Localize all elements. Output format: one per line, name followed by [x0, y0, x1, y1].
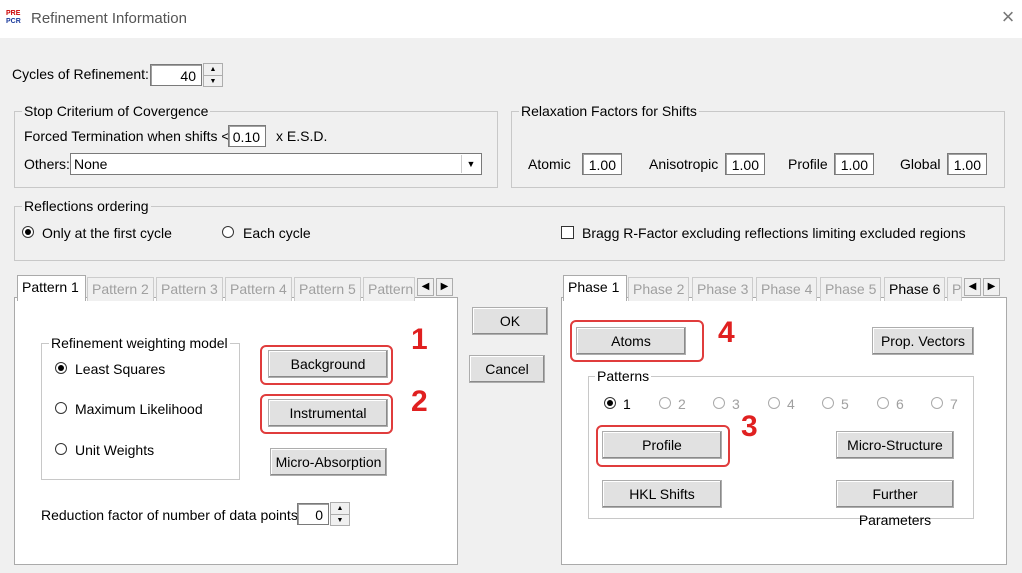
reflections-title: Reflections ordering [22, 198, 151, 214]
others-label: Others: [24, 156, 70, 172]
pattern-option-5-label: 5 [841, 396, 849, 412]
relaxation-group [511, 111, 1005, 188]
radio-pattern-2[interactable] [659, 397, 671, 409]
tab-pattern-4[interactable]: Pattern 4 [225, 277, 292, 301]
tab-pattern-2[interactable]: Pattern 2 [87, 277, 154, 301]
micro-structure-button[interactable]: Micro-Structure [836, 431, 954, 459]
forced-termination-suffix: x E.S.D. [276, 128, 328, 144]
global-input[interactable]: 1.00 [947, 153, 987, 175]
radio-pattern-3[interactable] [713, 397, 725, 409]
tab-phase-1[interactable]: Phase 1 [563, 275, 627, 301]
cancel-button[interactable]: Cancel [469, 355, 545, 383]
tab-phase-6[interactable]: Phase 6 [884, 277, 946, 301]
forced-termination-input[interactable]: 0.10 [228, 125, 266, 147]
radio-pattern-6[interactable] [877, 397, 889, 409]
spin-down-icon[interactable]: ▼ [331, 515, 349, 526]
first-cycle-label: Only at the first cycle [42, 225, 172, 241]
ok-button[interactable]: OK [472, 307, 548, 335]
tab-right-arrow-icon[interactable]: ▶ [436, 278, 453, 296]
patterns-title: Patterns [595, 368, 652, 384]
others-dropdown[interactable]: None ▼ [70, 153, 482, 175]
others-value: None [74, 156, 108, 172]
tab-phase-4[interactable]: Phase 4 [756, 277, 818, 301]
global-label: Global [900, 156, 941, 172]
pattern-option-1-label: 1 [623, 396, 631, 412]
tab-pattern-1[interactable]: Pattern 1 [17, 275, 86, 301]
app-icon: PRE PCR [6, 10, 26, 26]
radio-pattern-5[interactable] [822, 397, 834, 409]
app-icon-bottom: PCR [6, 18, 21, 25]
each-cycle-label: Each cycle [243, 225, 311, 241]
pattern-option-6-label: 6 [896, 396, 904, 412]
reduction-label: Reduction factor of number of data point… [41, 507, 302, 523]
bragg-label: Bragg R-Factor excluding reflections lim… [582, 225, 966, 241]
spin-down-icon[interactable]: ▼ [204, 76, 222, 87]
relaxation-title: Relaxation Factors for Shifts [519, 103, 699, 119]
background-button[interactable]: Background [268, 350, 388, 378]
radio-first-cycle[interactable] [22, 226, 34, 238]
hkl-shifts-button[interactable]: HKL Shifts [602, 480, 722, 508]
prop-vectors-button[interactable]: Prop. Vectors [872, 327, 974, 355]
phase-tab-left-arrow-icon[interactable]: ◀ [964, 278, 981, 296]
radio-pattern-1[interactable] [604, 397, 616, 409]
phase-tab-right-arrow-icon[interactable]: ▶ [983, 278, 1000, 296]
bragg-checkbox[interactable] [561, 226, 574, 239]
atomic-label: Atomic [528, 156, 571, 172]
least-squares-label: Least Squares [75, 361, 166, 377]
profile-button[interactable]: Profile [602, 431, 722, 459]
tab-phase-3[interactable]: Phase 3 [692, 277, 754, 301]
anisotropic-input[interactable]: 1.00 [725, 153, 765, 175]
window-title: Refinement Information [31, 10, 187, 27]
forced-termination-label: Forced Termination when shifts < [24, 128, 230, 144]
app-icon-top: PRE [6, 10, 21, 17]
chevron-down-icon[interactable]: ▼ [461, 155, 480, 173]
unit-weights-label: Unit Weights [75, 442, 155, 458]
micro-absorption-button[interactable]: Micro-Absorption [270, 448, 387, 476]
tab-pattern-6[interactable]: Pattern [363, 277, 415, 301]
radio-unit-weights[interactable] [55, 443, 67, 455]
cycles-spinner[interactable]: ▲ ▼ [203, 63, 223, 87]
profile-factor-label: Profile [788, 156, 828, 172]
radio-pattern-7[interactable] [931, 397, 943, 409]
atomic-input[interactable]: 1.00 [582, 153, 622, 175]
pattern-option-7-label: 7 [950, 396, 958, 412]
stop-criterium-group [14, 111, 498, 188]
pattern-option-4-label: 4 [787, 396, 795, 412]
cycles-label: Cycles of Refinement: [12, 66, 149, 82]
anisotropic-label: Anisotropic [649, 156, 719, 172]
tab-phase-7[interactable]: P [947, 277, 962, 301]
instrumental-button[interactable]: Instrumental [268, 399, 388, 427]
annotation-3: 3 [741, 410, 758, 443]
radio-pattern-4[interactable] [768, 397, 780, 409]
close-icon[interactable]: × [996, 5, 1020, 29]
tab-left-arrow-icon[interactable]: ◀ [417, 278, 434, 296]
profile-factor-input[interactable]: 1.00 [834, 153, 874, 175]
reduction-input[interactable]: 0 [297, 503, 329, 525]
spin-up-icon[interactable]: ▲ [331, 503, 349, 515]
radio-max-likelihood[interactable] [55, 402, 67, 414]
cycles-input[interactable]: 40 [150, 64, 202, 86]
pattern-option-2-label: 2 [678, 396, 686, 412]
weighting-title: Refinement weighting model [49, 335, 230, 351]
radio-each-cycle[interactable] [222, 226, 234, 238]
tab-pattern-3[interactable]: Pattern 3 [156, 277, 223, 301]
atoms-button[interactable]: Atoms [576, 327, 686, 355]
pattern-option-3-label: 3 [732, 396, 740, 412]
tab-pattern-5[interactable]: Pattern 5 [294, 277, 361, 301]
spin-up-icon[interactable]: ▲ [204, 64, 222, 76]
annotation-2: 2 [411, 385, 428, 418]
further-parameters-button[interactable]: Further Parameters [836, 480, 954, 528]
annotation-4: 4 [718, 316, 735, 349]
stop-criterium-title: Stop Criterium of Covergence [22, 103, 211, 119]
radio-least-squares[interactable] [55, 362, 67, 374]
tab-phase-2[interactable]: Phase 2 [628, 277, 690, 301]
annotation-1: 1 [411, 323, 428, 356]
tab-phase-5[interactable]: Phase 5 [820, 277, 882, 301]
max-likelihood-label: Maximum Likelihood [75, 401, 203, 417]
reduction-spinner[interactable]: ▲ ▼ [330, 502, 350, 526]
